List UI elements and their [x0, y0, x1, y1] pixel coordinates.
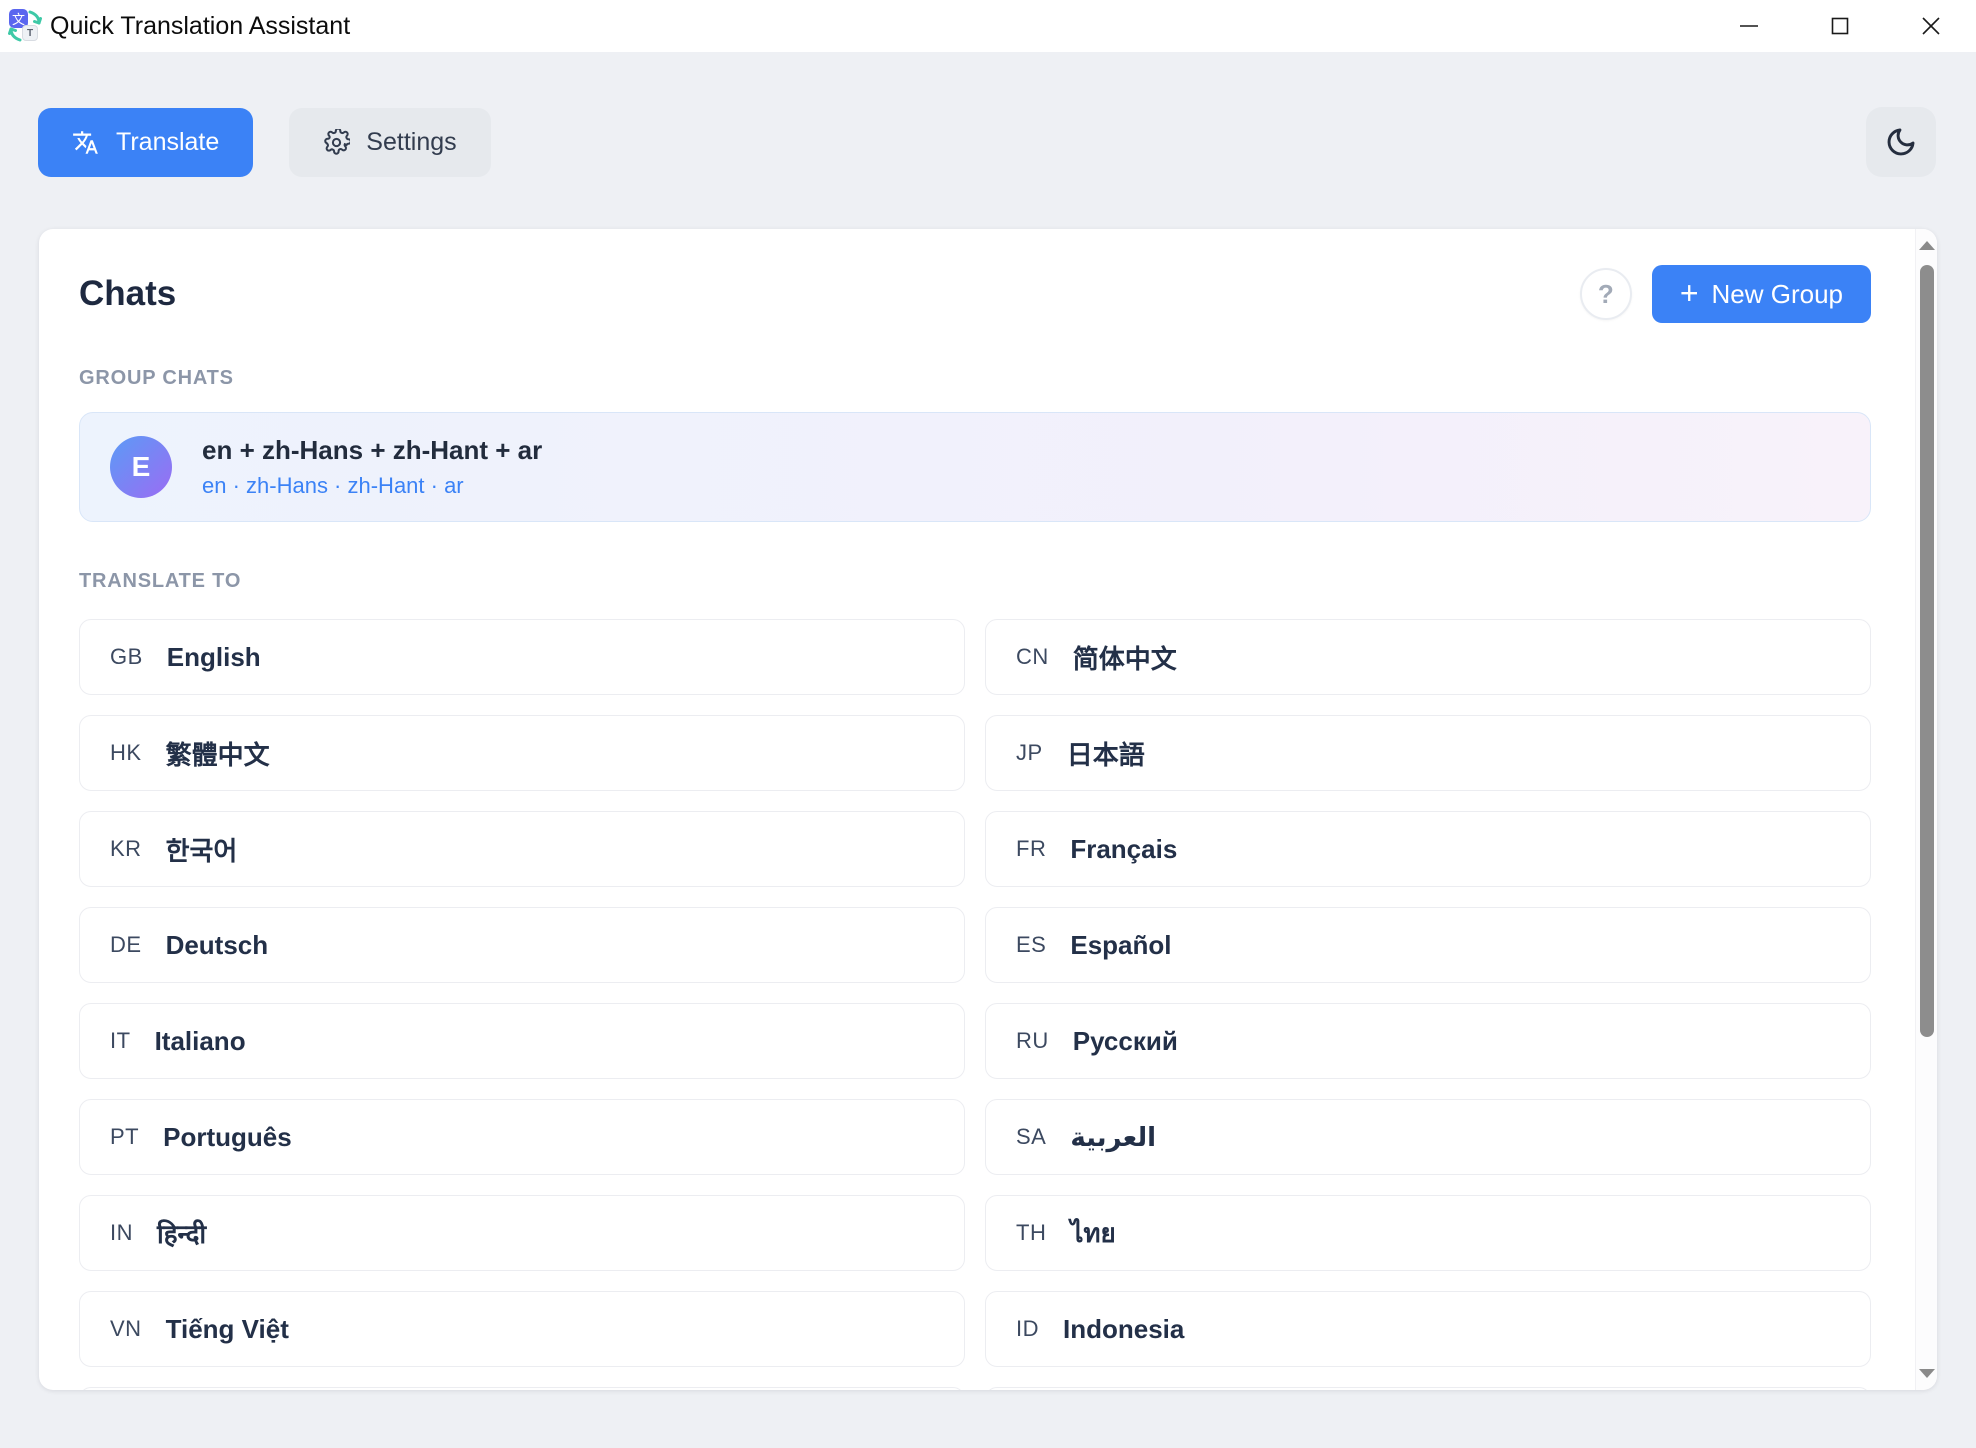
app-window: 文 T Quick Translation Assistant [0, 0, 1976, 1448]
language-name: 繁體中文 [166, 735, 270, 772]
moon-icon [1885, 126, 1917, 158]
language-name: Português [163, 1122, 292, 1153]
language-button[interactable]: SA العربية [985, 1099, 1871, 1175]
language-code: TH [1016, 1220, 1046, 1246]
tab-settings[interactable]: Settings [289, 108, 490, 177]
language-code: ES [1016, 932, 1046, 958]
language-name: العربية [1070, 1122, 1156, 1153]
language-name: Italiano [155, 1026, 246, 1057]
language-name: Español [1070, 930, 1171, 961]
scrollbar-thumb[interactable] [1920, 265, 1934, 1037]
chats-panel-content: Chats ? + New Group GROUP CHATS E [39, 229, 1937, 1390]
language-button[interactable]: VN Tiếng Việt [79, 1291, 965, 1367]
group-chat-languages: en · zh-Hans · zh-Hant · ar [202, 473, 542, 499]
language-code: KR [110, 836, 142, 862]
chats-header: Chats ? + New Group [79, 265, 1871, 323]
avatar: E [110, 436, 172, 498]
scroll-up-arrow-icon[interactable] [1919, 241, 1935, 250]
language-code: SA [1016, 1124, 1046, 1150]
language-code: GB [110, 644, 143, 670]
language-code: ID [1016, 1316, 1039, 1342]
language-code: HK [110, 740, 142, 766]
language-name: Deutsch [166, 930, 269, 961]
logo-arrows-icon [6, 6, 46, 46]
language-name: 简体中文 [1073, 639, 1177, 676]
language-name: Indonesia [1063, 1314, 1184, 1345]
language-code: VN [110, 1316, 142, 1342]
language-code: DE [110, 932, 142, 958]
window-controls [1703, 0, 1976, 52]
page-title: Chats [79, 274, 176, 314]
group-chat-texts: en + zh-Hans + zh-Hant + ar en · zh-Hans… [202, 435, 542, 499]
language-name: ไทย [1070, 1213, 1115, 1254]
window-title: Quick Translation Assistant [50, 12, 350, 41]
tab-translate[interactable]: Translate [38, 108, 253, 177]
language-name: English [167, 642, 261, 673]
avatar-letter: E [132, 451, 151, 483]
language-button[interactable]: JP 日本語 [985, 715, 1871, 791]
close-button[interactable] [1885, 0, 1976, 52]
scrollbar[interactable] [1915, 229, 1937, 1390]
language-code: IT [110, 1028, 131, 1054]
language-button[interactable]: IT Italiano [79, 1003, 965, 1079]
language-button[interactable]: IN हिन्दी [79, 1195, 965, 1271]
language-button[interactable]: GB English [79, 619, 965, 695]
language-code: PT [110, 1124, 139, 1150]
language-code: RU [1016, 1028, 1049, 1054]
translate-to-label: TRANSLATE TO [79, 570, 1871, 593]
gear-icon [323, 129, 350, 156]
new-group-button[interactable]: + New Group [1652, 265, 1871, 323]
language-name: Tiếng Việt [166, 1314, 289, 1345]
dark-mode-toggle[interactable] [1866, 107, 1936, 177]
tab-settings-label: Settings [366, 128, 456, 157]
maximize-button[interactable] [1794, 0, 1885, 52]
language-button-partial[interactable] [79, 1387, 965, 1390]
language-button[interactable]: CN 简体中文 [985, 619, 1871, 695]
language-button[interactable]: PT Português [79, 1099, 965, 1175]
language-button[interactable]: KR 한국어 [79, 811, 965, 887]
language-button[interactable]: HK 繁體中文 [79, 715, 965, 791]
language-name: Русский [1073, 1026, 1178, 1057]
language-button[interactable]: RU Русский [985, 1003, 1871, 1079]
language-button[interactable]: DE Deutsch [79, 907, 965, 983]
language-button[interactable]: ID Indonesia [985, 1291, 1871, 1367]
language-code: CN [1016, 644, 1049, 670]
group-chat-item[interactable]: E en + zh-Hans + zh-Hant + ar en · zh-Ha… [79, 412, 1871, 522]
title-bar: 文 T Quick Translation Assistant [0, 0, 1976, 52]
minimize-button[interactable] [1703, 0, 1794, 52]
tab-translate-label: Translate [116, 128, 219, 157]
translate-icon [72, 129, 99, 156]
scroll-down-arrow-icon[interactable] [1919, 1369, 1935, 1378]
language-button-partial[interactable] [985, 1387, 1871, 1390]
language-code: JP [1016, 740, 1043, 766]
language-code: FR [1016, 836, 1046, 862]
header-actions: ? + New Group [1580, 265, 1871, 323]
chats-panel: Chats ? + New Group GROUP CHATS E [39, 229, 1937, 1390]
language-name: 日本語 [1067, 735, 1145, 772]
help-button[interactable]: ? [1580, 268, 1632, 320]
plus-icon: + [1680, 277, 1699, 309]
language-code: IN [110, 1220, 133, 1246]
language-button[interactable]: FR Français [985, 811, 1871, 887]
group-chats-label: GROUP CHATS [79, 367, 1871, 390]
language-button[interactable]: TH ไทย [985, 1195, 1871, 1271]
app-logo-icon: 文 T [6, 6, 46, 46]
new-group-label: New Group [1712, 279, 1844, 310]
language-grid: GB English CN 简体中文 HK 繁體中文 JP 日本語 KR 한국어… [79, 619, 1871, 1390]
top-nav: Translate Settings [38, 107, 1936, 177]
language-name: हिन्दी [157, 1215, 206, 1251]
language-name: Français [1070, 834, 1177, 865]
group-chat-title: en + zh-Hans + zh-Hant + ar [202, 435, 542, 466]
help-button-label: ? [1598, 279, 1614, 310]
language-button[interactable]: ES Español [985, 907, 1871, 983]
language-name: 한국어 [166, 831, 238, 868]
